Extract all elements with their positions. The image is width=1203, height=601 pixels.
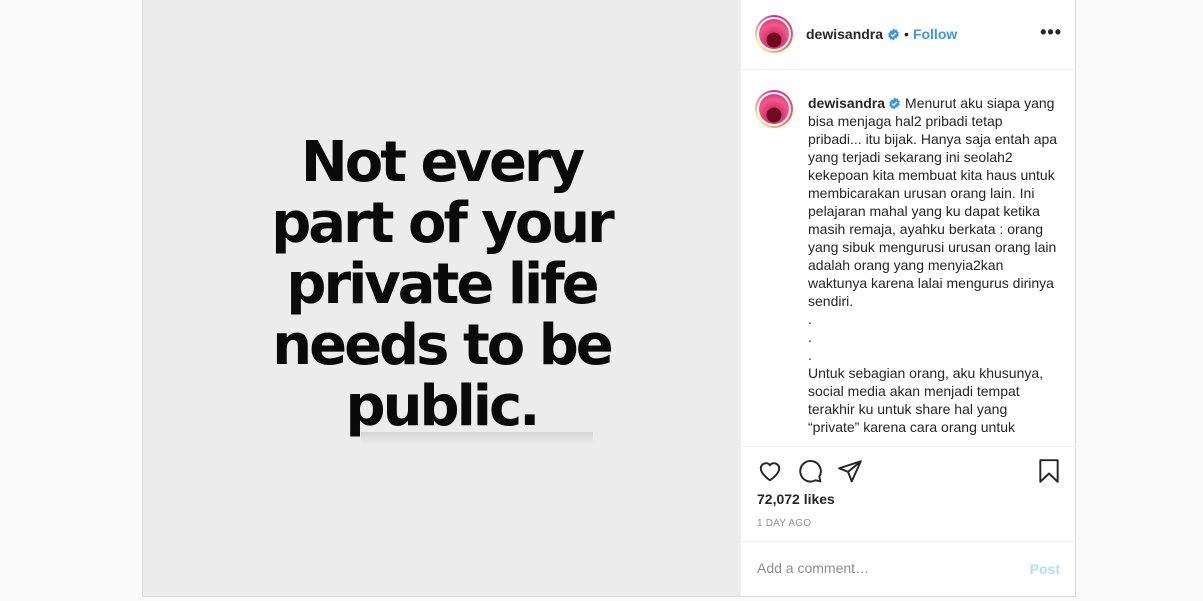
avatar[interactable] bbox=[755, 90, 793, 128]
quote-line: private life bbox=[286, 251, 599, 317]
caption-text: Menurut aku siapa yang bisa menjaga hal2… bbox=[808, 95, 1058, 309]
post-comment-button[interactable]: Post bbox=[1030, 561, 1060, 577]
follow-button[interactable]: Follow bbox=[913, 26, 957, 42]
comment-form: Post bbox=[741, 541, 1076, 597]
caption-dot: . bbox=[808, 329, 812, 345]
quote-line: public. bbox=[345, 373, 541, 439]
likes-count[interactable]: 72,072 likes bbox=[757, 491, 835, 507]
caption-dot: . bbox=[808, 311, 812, 327]
quote-line: part of your bbox=[271, 190, 615, 256]
action-bar bbox=[757, 458, 1062, 484]
separator-dot: • bbox=[904, 26, 909, 42]
comment-input[interactable] bbox=[757, 560, 1007, 576]
caption-username[interactable]: dewisandra bbox=[808, 95, 885, 111]
image-shadow bbox=[361, 432, 593, 444]
quote-line: needs to be bbox=[272, 312, 614, 378]
post-sidebar: dewisandra • Follow ••• dewisandra Menur… bbox=[741, 0, 1076, 596]
comments-scroll-area[interactable]: dewisandra Menurut aku siapa yang bisa m… bbox=[741, 70, 1076, 447]
header-user: dewisandra • Follow bbox=[806, 26, 957, 42]
caption-text: Untuk sebagian orang, aku khusunya, soci… bbox=[808, 365, 1044, 435]
quote-line: Not every bbox=[300, 129, 585, 195]
verified-badge-icon bbox=[888, 28, 899, 40]
image-quote-text: Not every part of your private life need… bbox=[271, 129, 615, 439]
post-dialog: Not every part of your private life need… bbox=[142, 0, 1076, 597]
caption-dot: . bbox=[808, 347, 812, 363]
post-header: dewisandra • Follow ••• bbox=[741, 0, 1076, 70]
comment-icon[interactable] bbox=[797, 458, 823, 484]
avatar[interactable] bbox=[755, 15, 793, 53]
post-image[interactable]: Not every part of your private life need… bbox=[143, 0, 741, 596]
username-link[interactable]: dewisandra bbox=[806, 26, 883, 42]
heart-icon[interactable] bbox=[757, 458, 783, 484]
bookmark-icon[interactable] bbox=[1036, 458, 1062, 484]
more-options-icon[interactable]: ••• bbox=[1040, 23, 1062, 41]
caption: dewisandra Menurut aku siapa yang bisa m… bbox=[808, 94, 1060, 436]
verified-badge-icon bbox=[889, 97, 900, 110]
post-timestamp[interactable]: 1 DAY AGO bbox=[757, 518, 811, 529]
paper-plane-icon[interactable] bbox=[837, 458, 863, 484]
